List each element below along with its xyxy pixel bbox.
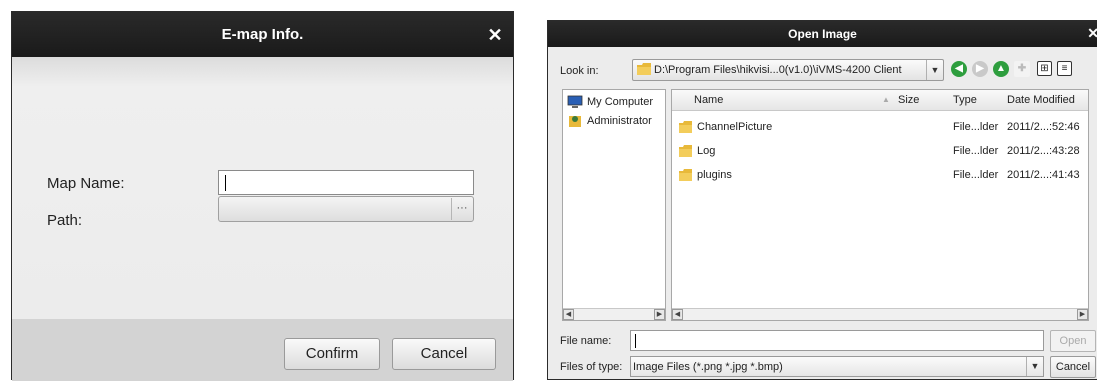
column-type[interactable]: Type [953,94,977,106]
places-sidebar: My Computer Administrator ◀ ▶ [562,89,666,321]
folder-icon [679,169,692,181]
forward-icon[interactable]: ▶ [972,61,988,77]
file-name: Log [697,145,716,157]
path-input[interactable]: ··· [218,196,474,222]
folder-icon [679,121,692,133]
folder-icon [637,63,651,75]
chevron-down-icon[interactable]: ▼ [1026,357,1043,376]
confirm-button[interactable]: Confirm [284,338,380,370]
place-label: My Computer [587,95,654,108]
sort-ascending-icon: ▲ [882,95,890,104]
back-icon[interactable]: ◀ [951,61,967,77]
file-type: File...lder [953,145,999,157]
files-hscrollbar[interactable]: ◀ ▶ [672,308,1088,320]
column-size[interactable]: Size [898,94,919,106]
file-name: plugins [697,169,732,181]
file-type: File...lder [953,121,999,133]
open-dialog-title: Open Image [788,27,857,41]
cancel-button[interactable]: Cancel [392,338,496,370]
file-list-header: Name ▲ Size Type Date Modified [672,90,1088,111]
files-of-type-label: Files of type: [560,361,623,373]
list-view-icon[interactable]: ⊞ [1037,61,1052,76]
scroll-left-icon[interactable]: ◀ [672,309,683,320]
detail-view-icon[interactable]: ≡ [1057,61,1072,76]
places-hscrollbar[interactable]: ◀ ▶ [563,308,665,320]
map-name-input[interactable] [218,170,474,195]
look-in-label: Look in: [560,65,599,77]
map-name-label: Map Name: [47,175,125,192]
file-list: Name ▲ Size Type Date Modified ChannelPi… [671,89,1089,321]
new-folder-icon[interactable]: ✚ [1014,61,1030,77]
column-date-modified[interactable]: Date Modified [1007,94,1075,106]
emap-body: Map Name: Path: [12,57,513,319]
text-caret [225,175,226,191]
place-my-computer[interactable]: My Computer [567,95,665,113]
files-of-type-select[interactable]: Image Files (*.png *.jpg *.bmp) ▼ [630,356,1044,377]
file-name-input[interactable] [630,330,1044,351]
browse-button[interactable]: ··· [451,198,472,220]
place-label: Administrator [587,114,652,127]
emap-info-dialog: E-map Info. ✕ Map Name: Path: ··· Confir… [11,11,514,381]
cancel-button[interactable]: Cancel [1050,356,1096,378]
close-icon[interactable]: ✕ [1087,25,1097,42]
file-name: ChannelPicture [697,121,773,133]
user-icon [569,116,581,127]
files-of-type-value: Image Files (*.png *.jpg *.bmp) [633,361,783,373]
file-row[interactable]: plugins File...lder 2011/2...:41:43 [672,166,1088,186]
look-in-combo[interactable]: D:\Program Files\hikvisi...0(v1.0)\iVMS-… [632,59,944,81]
file-row[interactable]: ChannelPicture File...lder 2011/2...:52:… [672,118,1088,138]
folder-icon [679,145,692,157]
parent-folder-icon[interactable]: ▲ [993,61,1009,77]
file-date: 2011/2...:43:28 [1007,145,1080,157]
file-date: 2011/2...:52:46 [1007,121,1080,133]
file-name-label: File name: [560,335,612,347]
open-titlebar: Open Image ✕ [548,21,1097,47]
place-administrator[interactable]: Administrator [567,114,665,132]
scroll-left-icon[interactable]: ◀ [563,309,574,320]
look-in-path: D:\Program Files\hikvisi...0(v1.0)\iVMS-… [654,64,902,76]
chevron-down-icon[interactable]: ▼ [926,60,943,80]
text-caret [635,334,636,348]
open-button[interactable]: Open [1050,330,1096,352]
open-image-dialog: Open Image ✕ Look in: D:\Program Files\h… [547,20,1097,380]
path-label: Path: [47,212,83,229]
computer-icon [567,95,583,108]
scroll-right-icon[interactable]: ▶ [1077,309,1088,320]
close-icon[interactable]: ✕ [485,25,505,45]
file-date: 2011/2...:41:43 [1007,169,1080,181]
emap-dialog-title: E-map Info. [221,26,304,43]
column-name[interactable]: Name [694,94,723,106]
emap-titlebar: E-map Info. ✕ [12,12,513,57]
file-type: File...lder [953,169,999,181]
file-row[interactable]: Log File...lder 2011/2...:43:28 [672,142,1088,162]
scroll-right-icon[interactable]: ▶ [654,309,665,320]
